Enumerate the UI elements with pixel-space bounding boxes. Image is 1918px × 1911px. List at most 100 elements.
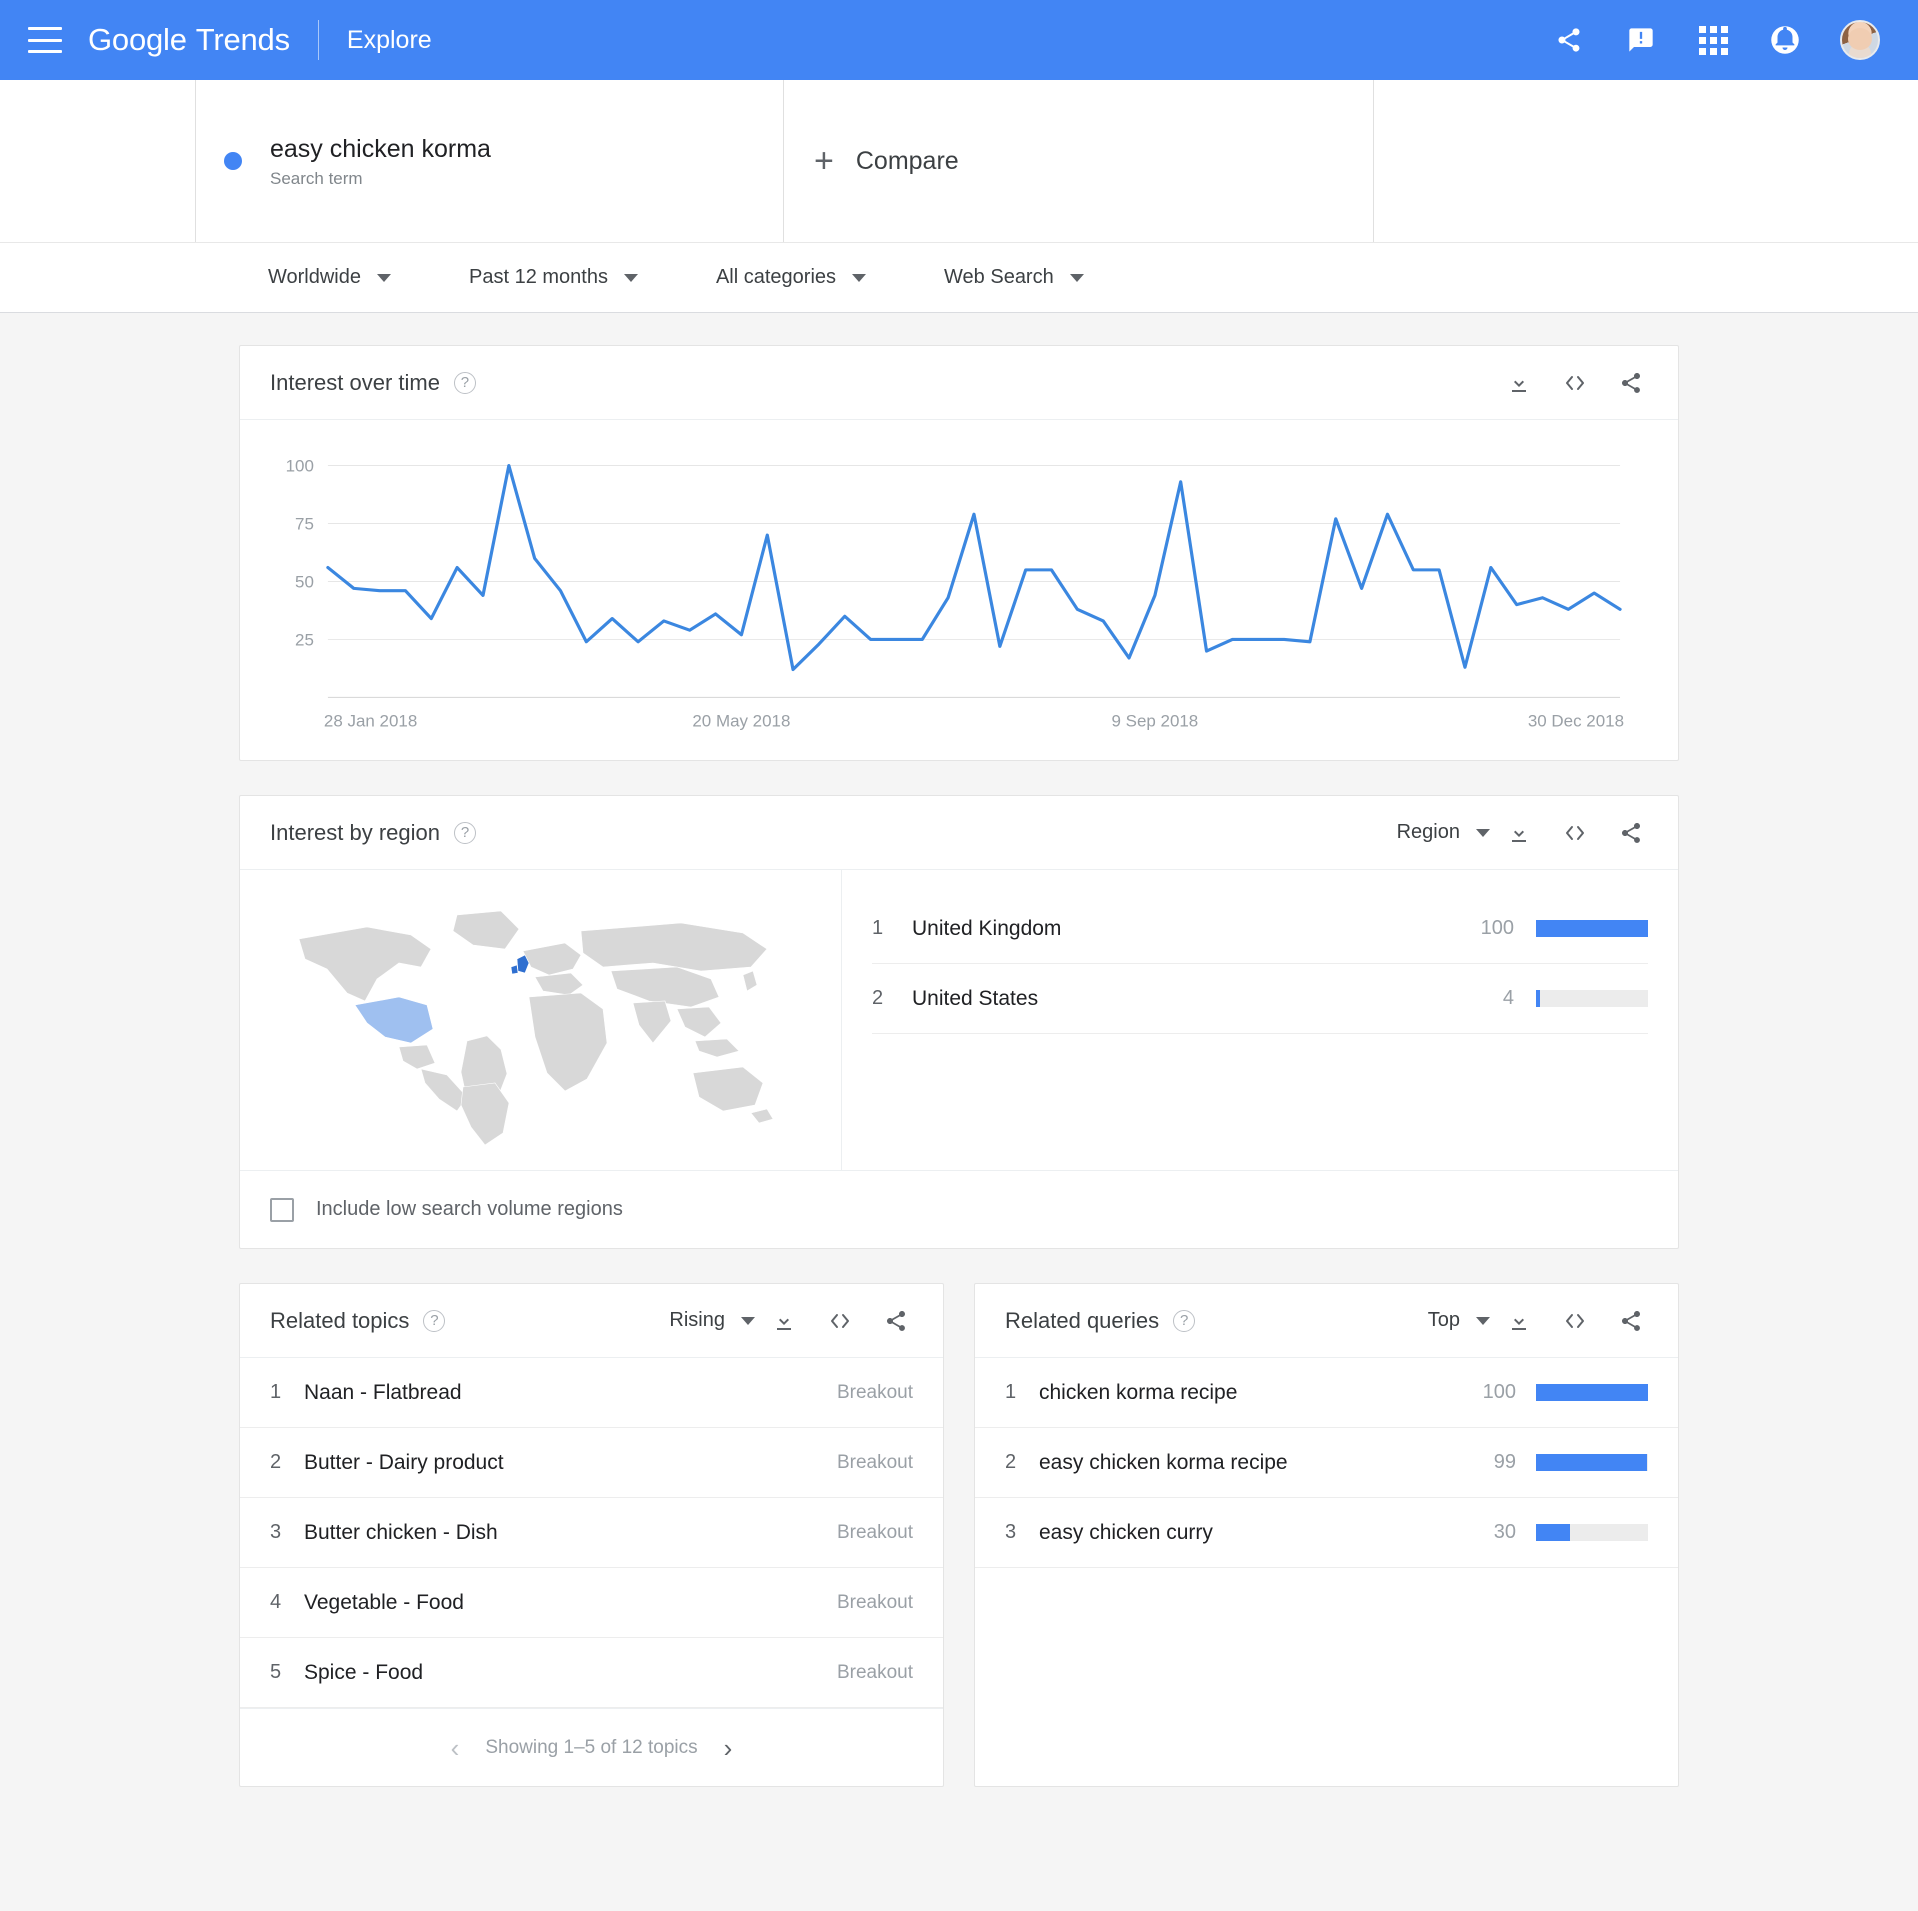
region-rank: 1 <box>872 917 884 939</box>
chevron-down-icon <box>377 273 391 282</box>
query-rank: 3 <box>1005 1521 1017 1543</box>
notifications-icon[interactable] <box>1768 23 1802 57</box>
region-bar <box>1536 990 1648 1007</box>
list-item[interactable]: 1 chicken korma recipe 100 <box>975 1358 1678 1428</box>
help-icon[interactable]: ? <box>1173 1309 1196 1332</box>
query-value: 100 <box>1482 1381 1516 1403</box>
apps-grid-icon[interactable] <box>1696 23 1730 57</box>
embed-code-icon[interactable] <box>827 1308 853 1334</box>
list-item[interactable]: 3 easy chicken curry 30 <box>975 1498 1678 1568</box>
topic-value: Breakout <box>836 1661 913 1683</box>
topic-name: Spice - Food <box>304 1660 424 1684</box>
list-item[interactable]: 1 Naan - Flatbread Breakout <box>240 1358 943 1428</box>
brand-logo[interactable]: Google Trends <box>88 22 290 58</box>
compare-button[interactable]: + Compare <box>784 80 1374 242</box>
svg-text:75: 75 <box>295 515 314 534</box>
avatar[interactable] <box>1840 20 1880 60</box>
query-name: chicken korma recipe <box>1039 1380 1238 1404</box>
share-icon[interactable] <box>1618 1308 1644 1334</box>
related-queries-sort-dropdown[interactable]: Top <box>1428 1309 1490 1332</box>
table-row[interactable]: 2 United States 4 <box>872 964 1648 1034</box>
interest-over-time-chart[interactable]: 25 50 75 100 28 Jan 2018 20 May 2018 9 Sep 201… <box>240 420 1678 760</box>
search-term-type: Search term <box>270 169 363 189</box>
query-value: 99 <box>1493 1451 1516 1473</box>
download-icon[interactable] <box>771 1308 797 1334</box>
region-rank: 2 <box>872 987 884 1009</box>
chevron-down-icon <box>1476 828 1490 837</box>
topic-name: Vegetable - Food <box>304 1590 464 1614</box>
compare-label: Compare <box>855 146 959 175</box>
menu-icon[interactable] <box>28 27 62 53</box>
download-icon[interactable] <box>1506 370 1532 396</box>
topic-rank: 5 <box>270 1661 282 1683</box>
query-name: easy chicken korma recipe <box>1039 1450 1288 1474</box>
list-item[interactable]: 3 Butter chicken - Dish Breakout <box>240 1498 943 1568</box>
help-icon[interactable]: ? <box>423 1309 446 1332</box>
search-term-chip[interactable]: easy chicken korma Search term <box>196 80 784 242</box>
svg-text:20 May 2018: 20 May 2018 <box>692 712 790 731</box>
pagination-label: Showing 1–5 of 12 topics <box>485 1736 698 1758</box>
related-queries-title: Related queries <box>1005 1307 1160 1333</box>
region-scope-label: Region <box>1396 821 1460 843</box>
query-bar <box>1536 1524 1648 1541</box>
chevron-down-icon <box>741 1316 755 1325</box>
query-rank: 1 <box>1005 1381 1017 1403</box>
chevron-down-icon <box>623 273 638 282</box>
download-icon[interactable] <box>1506 820 1532 846</box>
world-map[interactable] <box>240 870 842 1170</box>
explore-link[interactable]: Explore <box>347 26 432 55</box>
related-topics-sort-dropdown[interactable]: Rising <box>669 1309 755 1332</box>
share-icon[interactable] <box>1618 820 1644 846</box>
topic-rank: 1 <box>270 1381 282 1403</box>
related-topics-card: Related topics ? Rising 1 Naan - Flatbre… <box>239 1283 944 1787</box>
query-rank: 2 <box>1005 1451 1017 1473</box>
share-icon[interactable] <box>883 1308 909 1334</box>
region-value: 100 <box>1480 917 1514 939</box>
query-value: 30 <box>1493 1521 1516 1543</box>
svg-text:28 Jan 2018: 28 Jan 2018 <box>324 712 417 731</box>
topic-value: Breakout <box>836 1451 913 1473</box>
embed-code-icon[interactable] <box>1562 370 1588 396</box>
include-low-volume-checkbox[interactable] <box>270 1197 294 1222</box>
chevron-down-icon <box>852 273 867 282</box>
interest-by-region-card: Interest by region ? Region 1 United Kin… <box>239 795 1679 1249</box>
plus-icon: + <box>814 142 834 180</box>
share-icon[interactable] <box>1618 370 1644 396</box>
region-value: 4 <box>1502 987 1514 1009</box>
brand-google: Google <box>88 22 187 57</box>
brand-trends: Trends <box>195 22 290 57</box>
table-row[interactable]: 1 United Kingdom 100 <box>872 894 1648 964</box>
query-bar <box>1536 1454 1648 1471</box>
filter-search-type[interactable]: Web Search <box>944 266 1084 289</box>
topic-rank: 4 <box>270 1591 282 1613</box>
filter-search-type-label: Web Search <box>944 266 1054 288</box>
help-icon[interactable]: ? <box>453 371 476 394</box>
list-item[interactable]: 2 Butter - Dairy product Breakout <box>240 1428 943 1498</box>
embed-code-icon[interactable] <box>1562 820 1588 846</box>
feedback-icon[interactable] <box>1624 23 1658 57</box>
region-list: 1 United Kingdom 100 2 United States 4 <box>842 870 1678 1170</box>
list-item[interactable]: 5 Spice - Food Breakout <box>240 1638 943 1708</box>
download-icon[interactable] <box>1506 1308 1532 1334</box>
next-page-button[interactable]: › <box>724 1735 733 1761</box>
filter-category[interactable]: All categories <box>716 266 867 289</box>
topic-value: Breakout <box>836 1381 913 1403</box>
share-icon[interactable] <box>1552 23 1586 57</box>
related-topics-sort-label: Rising <box>669 1309 725 1331</box>
topic-rank: 3 <box>270 1521 282 1543</box>
svg-text:9 Sep 2018: 9 Sep 2018 <box>1111 712 1198 731</box>
topic-value: Breakout <box>836 1591 913 1613</box>
filter-location[interactable]: Worldwide <box>268 266 391 289</box>
interest-over-time-title: Interest over time <box>270 369 440 395</box>
help-icon[interactable]: ? <box>453 821 476 844</box>
header-divider <box>317 20 319 60</box>
app-header: Google Trends Explore <box>0 0 1918 80</box>
region-scope-dropdown[interactable]: Region <box>1397 821 1490 844</box>
filter-bar: Worldwide Past 12 months All categories … <box>0 243 1918 313</box>
filter-time-range[interactable]: Past 12 months <box>469 266 638 289</box>
region-bar <box>1536 920 1648 937</box>
prev-page-button[interactable]: ‹ <box>451 1735 460 1761</box>
list-item[interactable]: 4 Vegetable - Food Breakout <box>240 1568 943 1638</box>
embed-code-icon[interactable] <box>1562 1308 1588 1334</box>
list-item[interactable]: 2 easy chicken korma recipe 99 <box>975 1428 1678 1498</box>
